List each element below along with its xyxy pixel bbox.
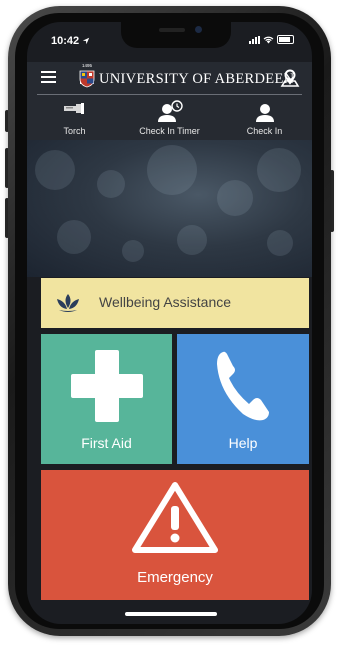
svg-text:1495: 1495 bbox=[82, 63, 93, 68]
status-bar: 10:42 bbox=[27, 22, 312, 52]
signal-icon bbox=[249, 35, 260, 44]
quick-actions-toolbar: Torch Check In Timer Check In bbox=[27, 96, 312, 140]
user-clock-icon bbox=[157, 100, 183, 122]
user-icon bbox=[255, 104, 274, 122]
status-icons bbox=[249, 35, 294, 44]
hamburger-menu-icon[interactable] bbox=[41, 71, 57, 85]
first-aid-label: First Aid bbox=[81, 435, 132, 451]
phone-icon bbox=[217, 351, 269, 421]
help-button[interactable]: Help bbox=[177, 334, 309, 464]
location-arrow-icon bbox=[83, 37, 90, 45]
phone-screen: 10:42 1495 UNIVERSITY OF ABERDEEN Torch … bbox=[27, 22, 312, 624]
emergency-button[interactable]: Emergency bbox=[41, 470, 309, 600]
app-header: 1495 UNIVERSITY OF ABERDEEN bbox=[27, 62, 312, 96]
check-in-button[interactable]: Check In bbox=[217, 96, 312, 140]
header-divider bbox=[37, 94, 302, 95]
phone-mockup: 10:42 1495 UNIVERSITY OF ABERDEEN Torch … bbox=[0, 0, 339, 645]
status-time-text: 10:42 bbox=[51, 35, 80, 47]
torch-button[interactable]: Torch bbox=[27, 96, 122, 140]
wellbeing-assistance-button[interactable]: Wellbeing Assistance bbox=[41, 278, 309, 328]
plus-cross-icon bbox=[71, 350, 143, 422]
check-in-timer-button[interactable]: Check In Timer bbox=[122, 96, 217, 140]
first-aid-button[interactable]: First Aid bbox=[41, 334, 172, 464]
torch-label: Torch bbox=[63, 126, 86, 136]
app-title: UNIVERSITY OF ABERDEEN bbox=[99, 71, 295, 87]
emergency-label: Emergency bbox=[137, 569, 213, 586]
battery-icon bbox=[277, 35, 294, 44]
crest-year: 1495 bbox=[82, 63, 93, 68]
warning-triangle-icon bbox=[132, 482, 218, 553]
torch-icon bbox=[63, 103, 84, 114]
university-crest-icon bbox=[79, 70, 95, 88]
home-indicator[interactable] bbox=[125, 612, 217, 616]
lotus-icon bbox=[57, 294, 79, 312]
wellbeing-assistance-label: Wellbeing Assistance bbox=[99, 294, 232, 310]
bokeh-background bbox=[27, 140, 312, 277]
check-in-label: Check In bbox=[246, 126, 283, 136]
wifi-icon bbox=[263, 36, 274, 44]
help-label: Help bbox=[228, 435, 258, 451]
status-time: 10:42 bbox=[51, 35, 90, 47]
map-pin-icon[interactable] bbox=[280, 68, 300, 88]
check-in-timer-label: Check In Timer bbox=[139, 126, 200, 136]
